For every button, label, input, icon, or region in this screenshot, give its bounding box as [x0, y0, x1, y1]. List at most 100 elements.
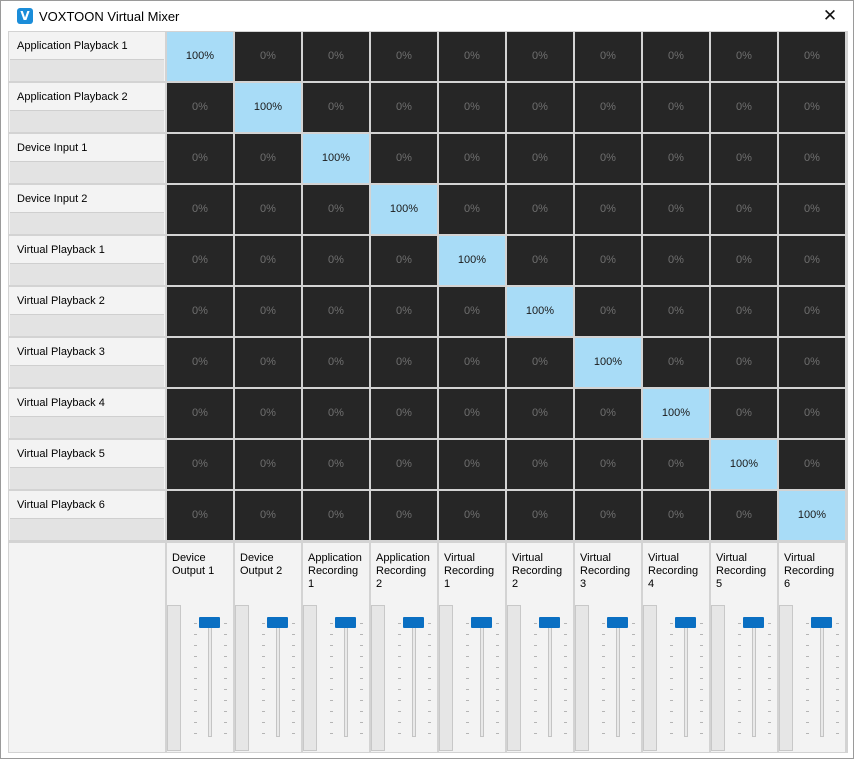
mix-cell[interactable]: 0%: [507, 440, 573, 489]
mix-cell[interactable]: 0%: [235, 338, 301, 387]
mix-cell[interactable]: 0%: [235, 287, 301, 336]
mix-cell[interactable]: 100%: [779, 491, 845, 540]
mix-cell[interactable]: 0%: [303, 440, 369, 489]
mix-cell[interactable]: 0%: [371, 134, 437, 183]
mix-cell[interactable]: 100%: [303, 134, 369, 183]
mix-cell[interactable]: 0%: [167, 236, 233, 285]
mix-cell[interactable]: 0%: [575, 83, 641, 132]
mix-cell[interactable]: 0%: [507, 83, 573, 132]
fader-thumb[interactable]: [743, 617, 764, 628]
mix-cell[interactable]: 0%: [235, 389, 301, 438]
fader-thumb[interactable]: [607, 617, 628, 628]
mix-cell[interactable]: 100%: [507, 287, 573, 336]
mix-cell[interactable]: 0%: [575, 287, 641, 336]
mix-cell[interactable]: 0%: [439, 440, 505, 489]
mix-cell[interactable]: 0%: [303, 83, 369, 132]
mix-cell[interactable]: 0%: [371, 491, 437, 540]
mix-cell[interactable]: 0%: [167, 83, 233, 132]
mix-cell[interactable]: 0%: [303, 185, 369, 234]
mix-cell[interactable]: 0%: [575, 440, 641, 489]
mix-cell[interactable]: 0%: [779, 236, 845, 285]
mix-cell[interactable]: 0%: [779, 185, 845, 234]
mix-cell[interactable]: 0%: [507, 389, 573, 438]
mix-cell[interactable]: 0%: [167, 491, 233, 540]
mix-cell[interactable]: 0%: [303, 338, 369, 387]
mix-cell[interactable]: 0%: [303, 491, 369, 540]
fader-track[interactable]: [276, 617, 280, 737]
mix-cell[interactable]: 0%: [167, 440, 233, 489]
mix-cell[interactable]: 0%: [779, 32, 845, 81]
mix-cell[interactable]: 0%: [439, 134, 505, 183]
mix-cell[interactable]: 0%: [643, 491, 709, 540]
fader-track[interactable]: [208, 617, 212, 737]
fader-track[interactable]: [480, 617, 484, 737]
mix-cell[interactable]: 0%: [711, 236, 777, 285]
close-icon[interactable]: ✕: [807, 1, 853, 31]
mix-cell[interactable]: 0%: [643, 83, 709, 132]
mix-cell[interactable]: 0%: [235, 134, 301, 183]
mix-cell[interactable]: 0%: [235, 32, 301, 81]
fader-thumb[interactable]: [403, 617, 424, 628]
mix-cell[interactable]: 0%: [303, 389, 369, 438]
mix-cell[interactable]: 0%: [303, 32, 369, 81]
mix-cell[interactable]: 0%: [779, 440, 845, 489]
mix-cell[interactable]: 0%: [235, 440, 301, 489]
mix-cell[interactable]: 0%: [439, 287, 505, 336]
mix-cell[interactable]: 0%: [507, 338, 573, 387]
mix-cell[interactable]: 0%: [779, 287, 845, 336]
mix-cell[interactable]: 0%: [439, 83, 505, 132]
mix-cell[interactable]: 0%: [371, 83, 437, 132]
mix-cell[interactable]: 0%: [235, 185, 301, 234]
fader-track[interactable]: [344, 617, 348, 737]
fader-thumb[interactable]: [335, 617, 356, 628]
fader-thumb[interactable]: [199, 617, 220, 628]
mix-cell[interactable]: 0%: [371, 32, 437, 81]
mix-cell[interactable]: 0%: [371, 287, 437, 336]
mix-cell[interactable]: 0%: [371, 236, 437, 285]
mix-cell[interactable]: 0%: [575, 185, 641, 234]
mix-cell[interactable]: 100%: [643, 389, 709, 438]
mix-cell[interactable]: 100%: [235, 83, 301, 132]
mix-cell[interactable]: 0%: [711, 338, 777, 387]
mix-cell[interactable]: 0%: [235, 236, 301, 285]
fader-track[interactable]: [548, 617, 552, 737]
fader-track[interactable]: [820, 617, 824, 737]
mix-cell[interactable]: 0%: [167, 389, 233, 438]
mix-cell[interactable]: 100%: [439, 236, 505, 285]
fader-thumb[interactable]: [675, 617, 696, 628]
mix-cell[interactable]: 0%: [371, 440, 437, 489]
mix-cell[interactable]: 0%: [167, 287, 233, 336]
mix-cell[interactable]: 0%: [235, 491, 301, 540]
mix-cell[interactable]: 0%: [439, 491, 505, 540]
mix-cell[interactable]: 0%: [711, 491, 777, 540]
mix-cell[interactable]: 0%: [507, 236, 573, 285]
mix-cell[interactable]: 0%: [779, 83, 845, 132]
mix-cell[interactable]: 0%: [643, 134, 709, 183]
mix-cell[interactable]: 0%: [439, 338, 505, 387]
title-bar[interactable]: V VOXTOON Virtual Mixer ✕: [1, 1, 853, 31]
mix-cell[interactable]: 0%: [643, 338, 709, 387]
fader-thumb[interactable]: [539, 617, 560, 628]
mix-cell[interactable]: 0%: [779, 134, 845, 183]
mix-cell[interactable]: 0%: [167, 338, 233, 387]
mix-cell[interactable]: 100%: [575, 338, 641, 387]
mix-cell[interactable]: 0%: [507, 32, 573, 81]
mix-cell[interactable]: 0%: [575, 389, 641, 438]
mix-cell[interactable]: 0%: [167, 134, 233, 183]
mix-cell[interactable]: 0%: [711, 185, 777, 234]
mix-cell[interactable]: 100%: [167, 32, 233, 81]
mix-cell[interactable]: 0%: [439, 389, 505, 438]
mix-cell[interactable]: 0%: [575, 236, 641, 285]
fader-thumb[interactable]: [267, 617, 288, 628]
mix-cell[interactable]: 100%: [711, 440, 777, 489]
fader-track[interactable]: [412, 617, 416, 737]
mix-cell[interactable]: 0%: [575, 491, 641, 540]
fader-thumb[interactable]: [811, 617, 832, 628]
mix-cell[interactable]: 0%: [643, 287, 709, 336]
mix-cell[interactable]: 0%: [643, 32, 709, 81]
mix-cell[interactable]: 0%: [779, 338, 845, 387]
mix-cell[interactable]: 0%: [643, 236, 709, 285]
mix-cell[interactable]: 0%: [507, 491, 573, 540]
mix-cell[interactable]: 0%: [711, 287, 777, 336]
mix-cell[interactable]: 100%: [371, 185, 437, 234]
